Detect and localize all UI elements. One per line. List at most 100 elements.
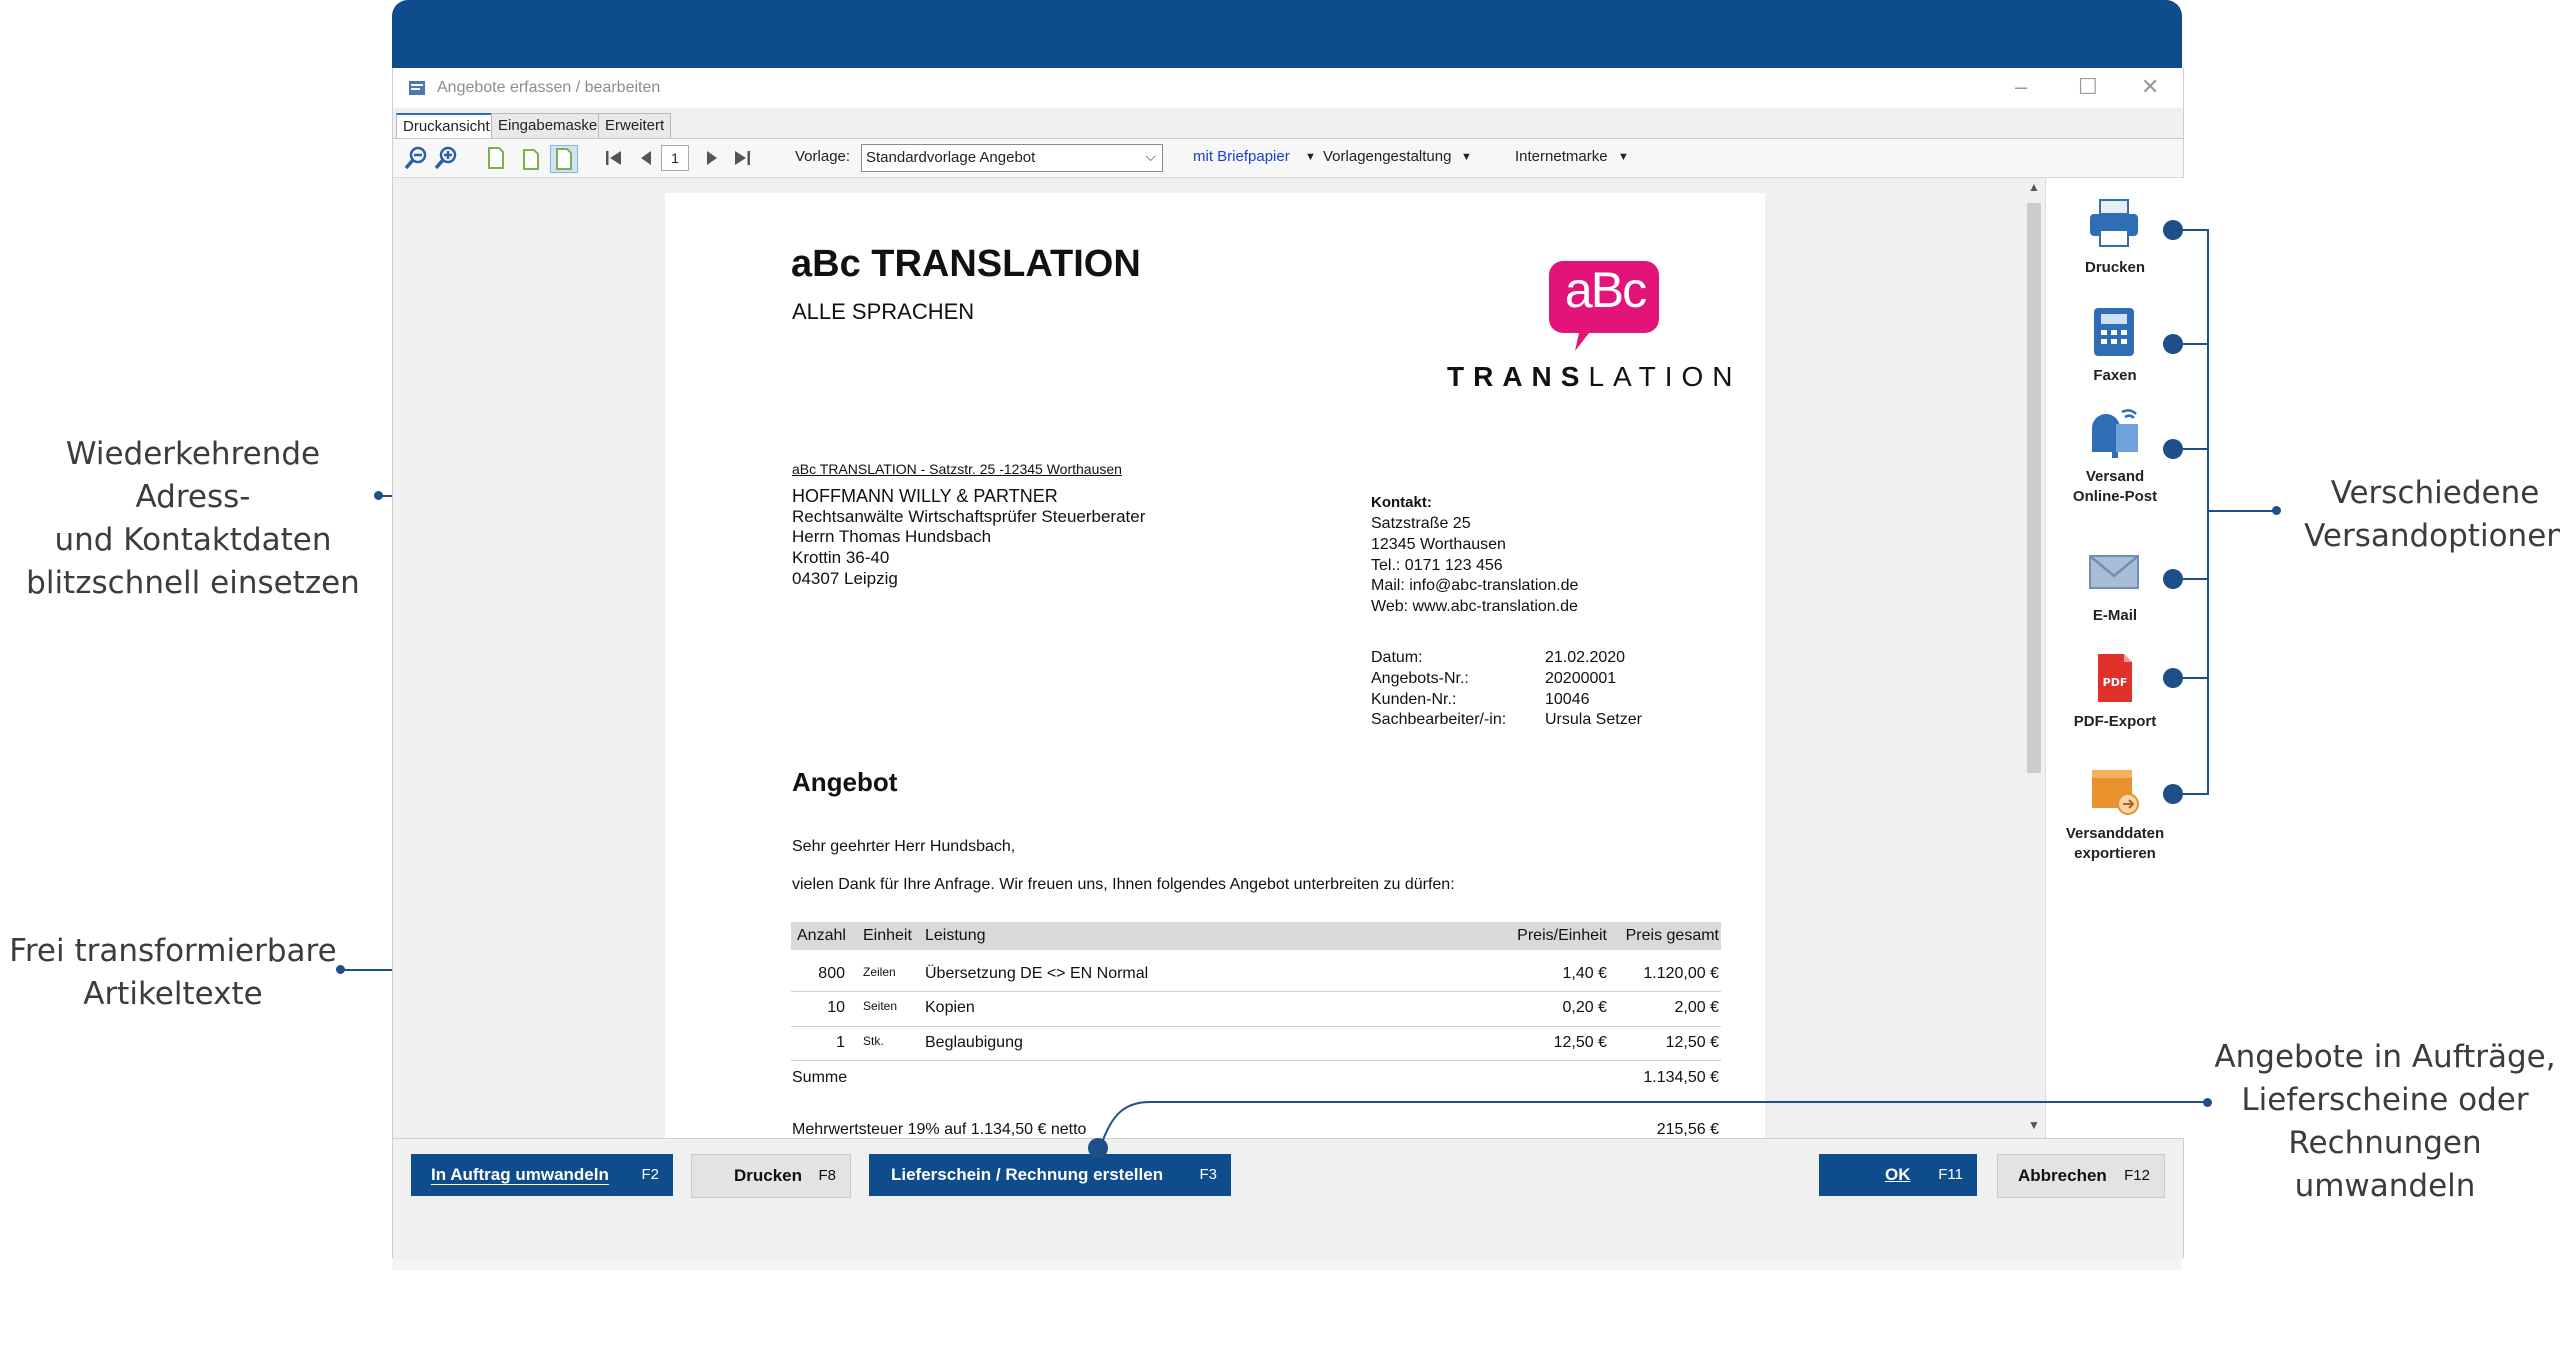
annotation-convert-documents: Angebote in Aufträge, Lieferscheine oder… bbox=[2214, 1039, 2556, 1204]
logo-word-bold: TRANS bbox=[1447, 361, 1589, 392]
annotation-target-dot bbox=[2163, 220, 2183, 240]
meta-value: 10046 bbox=[1545, 691, 1590, 708]
template-design-menu[interactable]: Vorlagengestaltung bbox=[1323, 148, 1451, 165]
annotation-connector-line bbox=[2183, 343, 2209, 345]
tab-eingabemaske[interactable]: Eingabemaske bbox=[491, 113, 605, 138]
send-option-label: Online-Post bbox=[2072, 488, 2158, 505]
intro-text: vielen Dank für Ihre Anfrage. Wir freuen… bbox=[792, 876, 1455, 893]
page-width-icon[interactable] bbox=[550, 145, 578, 173]
window-top-band bbox=[392, 0, 2182, 68]
recipient-line: Rechtsanwälte Wirtschaftsprüfer Steuerbe… bbox=[792, 507, 1146, 526]
send-option-label: E-Mail bbox=[2092, 607, 2138, 624]
recipient-line: Herrn Thomas Hundsbach bbox=[792, 527, 992, 546]
fax-icon bbox=[2094, 308, 2134, 356]
print-button[interactable]: Drucken F8 bbox=[691, 1154, 851, 1198]
tax-label: Mehrwertsteuer 19% auf 1.134,50 € netto bbox=[792, 1121, 1087, 1138]
zoom-in-icon[interactable] bbox=[433, 145, 459, 171]
table-row-divider bbox=[791, 991, 1721, 992]
title-bar[interactable]: Angebote erfassen / bearbeiten – ☐ ✕ bbox=[393, 68, 2183, 108]
meta-value: 21.02.2020 bbox=[1545, 649, 1626, 666]
scroll-up-arrow-icon[interactable]: ▲ bbox=[2028, 180, 2040, 194]
printer-icon bbox=[2090, 199, 2138, 247]
contact-line: Tel.: 0171 123 456 bbox=[1371, 557, 1503, 574]
convert-to-order-button[interactable]: In Auftrag umwandeln F2 bbox=[411, 1154, 673, 1196]
tab-erweitert[interactable]: Erweitert bbox=[598, 113, 672, 138]
svg-text:PDF: PDF bbox=[2103, 676, 2128, 689]
internet-stamp-menu[interactable]: Internetmarke bbox=[1515, 148, 1608, 165]
envelope-icon bbox=[2089, 555, 2139, 589]
offer-window: Angebote erfassen / bearbeiten – ☐ ✕ Dru… bbox=[392, 68, 2184, 1259]
two-pages-icon[interactable] bbox=[518, 145, 544, 171]
meta-label: Angebots-Nr.: bbox=[1371, 670, 1469, 687]
send-option-label: Faxen bbox=[2093, 367, 2137, 384]
annotation-target-dot bbox=[2163, 569, 2183, 589]
annotation-connector-line bbox=[2183, 793, 2209, 795]
scrollbar-thumb[interactable] bbox=[2027, 203, 2041, 773]
dropdown-arrow-icon[interactable]: ▼ bbox=[1305, 151, 1316, 163]
minimize-button[interactable]: – bbox=[2015, 74, 2027, 100]
annotation-target-dot bbox=[2163, 439, 2183, 459]
logo-wordmark: TRANSLATION bbox=[1447, 361, 1742, 393]
single-page-icon[interactable] bbox=[483, 145, 509, 171]
first-page-icon[interactable] bbox=[601, 145, 627, 171]
dropdown-arrow-icon[interactable]: ▼ bbox=[1461, 151, 1472, 163]
annotation-connector-line bbox=[2183, 448, 2209, 450]
send-option-label: Versand bbox=[2085, 468, 2145, 485]
app-icon bbox=[409, 81, 425, 95]
logo-mark-text: aBc bbox=[1564, 262, 1647, 318]
contact-heading: Kontakt: bbox=[1371, 494, 1432, 511]
chevron-down-icon: ⌵ bbox=[1145, 148, 1156, 164]
annotation-target-dot bbox=[2163, 334, 2183, 354]
print-preview-area[interactable]: aBc TRANSLATION ALLE SPRACHEN aBc TRANSL… bbox=[393, 178, 2023, 1138]
document-heading: Angebot bbox=[792, 767, 898, 797]
sum-label: Summe bbox=[792, 1069, 848, 1086]
annotation-send-options: Verschiedene Versandoptionen bbox=[2304, 475, 2560, 554]
send-options-panel: Drucken Faxen Versand Online-Post E-Mail… bbox=[2045, 178, 2184, 1138]
toolbar: 1 Vorlage: Standardvorlage Angebot ⌵ mit… bbox=[393, 138, 2183, 178]
recipient-line: Krottin 36-40 bbox=[792, 548, 890, 567]
annotation-target-dot bbox=[2163, 668, 2183, 688]
dropdown-arrow-icon[interactable]: ▼ bbox=[1618, 151, 1629, 163]
letterhead-link[interactable]: mit Briefpapier bbox=[1193, 148, 1290, 165]
sender-line: aBc TRANSLATION - Satzstr. 25 -12345 Wor… bbox=[792, 461, 1122, 477]
cancel-button[interactable]: Abbrechen F12 bbox=[1997, 1154, 2165, 1198]
contact-line: Web: www.abc-translation.de bbox=[1371, 598, 1578, 615]
annotation-article-texts: Frei transformierbare Artikeltexte bbox=[9, 933, 337, 1012]
table-header-cell: Preis gesamt bbox=[1625, 927, 1719, 944]
annotation-connector-line bbox=[2183, 578, 2209, 580]
table-row-divider bbox=[791, 1060, 1721, 1061]
recipient-line: HOFFMANN WILLY & PARTNER bbox=[792, 486, 1058, 506]
annotation-connector-line bbox=[2207, 229, 2209, 795]
page-number-input[interactable]: 1 bbox=[661, 145, 689, 171]
annotation-connector-curve bbox=[1099, 1101, 2210, 1149]
annotation-target-dot bbox=[1088, 1138, 1108, 1158]
logo-word-light: LATION bbox=[1588, 361, 1742, 392]
next-page-icon[interactable] bbox=[699, 145, 725, 171]
sum-value: 1.134,50 € bbox=[1643, 1069, 1719, 1086]
annotation-address-data: Wiederkehrende Adress- und Kontaktdaten … bbox=[26, 436, 360, 601]
send-option-label: PDF-Export bbox=[2073, 713, 2157, 730]
annotation-connector-line bbox=[2207, 510, 2273, 512]
send-option-label: Versanddaten bbox=[2065, 825, 2165, 842]
company-name: aBc TRANSLATION bbox=[791, 243, 1141, 285]
tab-druckansicht[interactable]: Druckansicht bbox=[396, 113, 497, 139]
table-header-cell: Einheit bbox=[863, 927, 912, 944]
contact-line: 12345 Worthausen bbox=[1371, 536, 1506, 553]
maximize-button[interactable]: ☐ bbox=[2078, 74, 2098, 100]
annotation-connector-line bbox=[2183, 677, 2209, 679]
template-select[interactable]: Standardvorlage Angebot ⌵ bbox=[861, 144, 1163, 172]
meta-label: Datum: bbox=[1371, 649, 1423, 666]
annotation-connector-line bbox=[2183, 229, 2209, 231]
close-button[interactable]: ✕ bbox=[2141, 74, 2159, 100]
annotation-anchor-dot bbox=[2272, 506, 2281, 515]
zoom-out-icon[interactable] bbox=[403, 145, 429, 171]
meta-label: Kunden-Nr.: bbox=[1371, 691, 1457, 708]
table-header-cell: Leistung bbox=[925, 927, 986, 944]
create-delivery-invoice-button[interactable]: Lieferschein / Rechnung erstellen F3 bbox=[869, 1154, 1231, 1196]
meta-value: 20200001 bbox=[1545, 670, 1617, 687]
previous-page-icon[interactable] bbox=[633, 145, 659, 171]
last-page-icon[interactable] bbox=[729, 145, 755, 171]
ok-button[interactable]: OK F11 bbox=[1819, 1154, 1977, 1196]
meta-value: Ursula Setzer bbox=[1545, 711, 1642, 728]
annotation-target-dot bbox=[2163, 784, 2183, 804]
